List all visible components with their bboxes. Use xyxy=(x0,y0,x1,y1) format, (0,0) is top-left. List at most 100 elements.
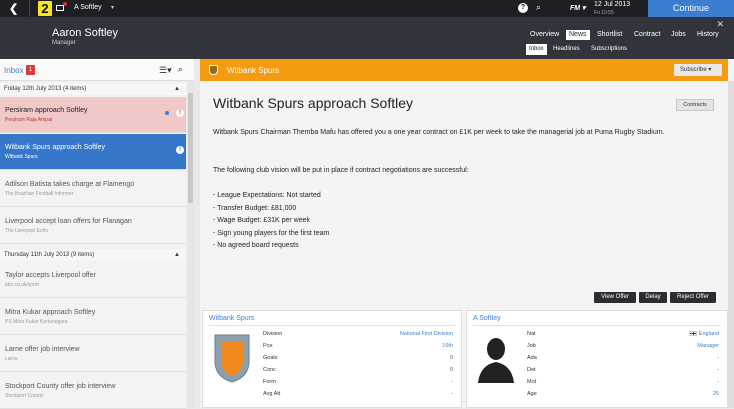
tab-jobs[interactable]: Jobs xyxy=(671,31,686,38)
stat-value: - xyxy=(451,391,453,397)
stat-value: - xyxy=(717,379,719,385)
help-icon[interactable]: ? xyxy=(518,3,528,13)
list-item[interactable]: Taylor accepts Liverpool offer bbc.co.uk… xyxy=(0,262,186,298)
divider xyxy=(473,325,721,326)
stat-value: 0 xyxy=(449,367,453,373)
stat-value: - xyxy=(451,379,453,385)
scrollbar-thumb[interactable] xyxy=(188,93,193,203)
stat-value[interactable]: Manager xyxy=(697,343,719,349)
date-main: 12 Jul 2013 xyxy=(594,1,631,8)
tab-history[interactable]: History xyxy=(697,31,719,38)
person-stat-row: Nat England xyxy=(527,329,719,340)
club-stat-row: Division National First Division xyxy=(263,329,453,340)
subscribe-button[interactable]: Subscribe ▾ xyxy=(674,64,722,76)
inbox-scrollbar[interactable] xyxy=(187,81,194,408)
notification-badge[interactable]: 2 xyxy=(38,1,52,16)
vision-item: - League Expectations: Not started xyxy=(213,192,321,199)
list-item[interactable]: Adilson Batista takes charge at Flamengo… xyxy=(0,171,186,207)
list-item[interactable]: Larne offer job interview Larne xyxy=(0,336,186,372)
back-arrow-icon[interactable]: ❮ xyxy=(9,2,18,15)
stat-label: Avg Att xyxy=(263,391,281,397)
reject-offer-button[interactable]: Reject Offer xyxy=(670,292,716,303)
close-icon[interactable]: ✕ xyxy=(716,19,724,30)
unread-dot-icon xyxy=(63,2,67,6)
person-stat-row: Det - xyxy=(527,365,719,376)
subtab-inbox[interactable]: Inbox xyxy=(526,44,547,55)
message-title: Taylor accepts Liverpool offer xyxy=(5,272,96,279)
tab-shortlist[interactable]: Shortlist xyxy=(597,31,622,38)
club-stat-row: Goals 0 xyxy=(263,353,453,364)
message-paragraph: The following club vision will be put in… xyxy=(213,167,469,174)
alert-icon: ! xyxy=(176,109,184,117)
tab-news[interactable]: News xyxy=(566,30,590,40)
profile-header: ✕ Aaron Softley Manager Overview News Sh… xyxy=(0,17,734,59)
person-silhouette-icon xyxy=(478,338,514,383)
subtab-headlines[interactable]: Headlines xyxy=(550,44,583,55)
message-sender: Stockport County xyxy=(5,393,44,399)
list-item[interactable]: Witbank Spurs approach Softley Witbank S… xyxy=(0,134,186,170)
sender-club-name[interactable]: Witbank Spurs xyxy=(227,66,279,75)
message-sender: PS Mitra Kukar Kertanegara xyxy=(5,319,68,325)
chevron-down-icon[interactable]: ▾ xyxy=(111,4,114,11)
person-info-card: A Softley Nat England Job Manager Ada - Det… xyxy=(466,310,728,408)
menu-icon[interactable]: ☰▾ xyxy=(159,65,172,76)
subtab-subscriptions[interactable]: Subscriptions xyxy=(588,44,630,55)
game-date: 12 Jul 2013 Fri 10:55 xyxy=(594,1,630,17)
club-info-card: Witbank Spurs Division National First Div… xyxy=(202,310,462,408)
date-group-label: Thursday 11th July 2013 (9 items) xyxy=(4,252,95,258)
club-stat-row: Avg Att - xyxy=(263,389,453,400)
contracts-button[interactable]: Contracts xyxy=(676,99,714,111)
club-crest-icon xyxy=(209,65,218,75)
club-card-title[interactable]: Witbank Spurs xyxy=(209,315,255,322)
club-stat-row: Pos 16th xyxy=(263,341,453,352)
england-flag-icon xyxy=(688,331,697,337)
message-sender: Persiram Raja Ampat xyxy=(5,117,53,123)
message-title: Persiram approach Softley xyxy=(5,107,88,114)
club-shield-icon xyxy=(214,334,250,383)
message-body: Witbank Spurs approach Softley Contracts… xyxy=(200,81,728,306)
search-icon[interactable]: ⌕ xyxy=(178,64,183,75)
search-icon[interactable]: ⌕ xyxy=(536,2,541,13)
message-pane: Witbank Spurs Subscribe ▾ Witbank Spurs … xyxy=(200,59,734,408)
date-group-header[interactable]: Friday 12th July 2013 (4 items) ▲ xyxy=(0,83,186,95)
message-paragraph: Witbank Spurs Chairman Themba Mafu has o… xyxy=(213,129,665,136)
club-stat-row: Conc 0 xyxy=(263,365,453,376)
list-item[interactable]: Liverpool accept loan offers for Flanaga… xyxy=(0,208,186,244)
club-stat-row: Form - xyxy=(263,377,453,388)
date-group-header[interactable]: Thursday 11th July 2013 (9 items) ▲ xyxy=(0,249,186,261)
stat-value[interactable]: England xyxy=(688,331,719,337)
tab-contract[interactable]: Contract xyxy=(634,31,660,38)
stat-value[interactable]: 16th xyxy=(442,343,453,349)
inbox-label[interactable]: Inbox xyxy=(4,66,24,75)
inbox-panel: Inbox 1 ☰▾ ⌕ Friday 12th July 2013 (4 it… xyxy=(0,59,194,409)
list-item[interactable]: Stockport County offer job interview Sto… xyxy=(0,373,186,409)
profile-name[interactable]: A Softley xyxy=(74,4,102,11)
vision-item: - Sign young players for the first team xyxy=(213,230,330,237)
person-card-title[interactable]: A Softley xyxy=(473,315,501,322)
top-bar: ❮ 2 A Softley ▾ ? ⌕ FM ▾ 12 Jul 2013 Fri … xyxy=(0,0,734,17)
tab-overview[interactable]: Overview xyxy=(530,31,559,38)
message-sender: Larne xyxy=(5,356,18,362)
stat-label: Form xyxy=(263,379,276,385)
page-subtitle: Manager xyxy=(52,40,76,46)
stat-value[interactable]: National First Division xyxy=(400,331,453,337)
message-title: Adilson Batista takes charge at Flamengo xyxy=(5,181,135,188)
main-scrollbar[interactable] xyxy=(728,81,734,408)
list-item[interactable]: Mitra Kukar approach Softley PS Mitra Ku… xyxy=(0,299,186,335)
delay-button[interactable]: Delay xyxy=(639,292,667,303)
stat-label: Age xyxy=(527,391,537,397)
inbox-count-badge: 1 xyxy=(26,65,35,75)
mail-icon[interactable] xyxy=(56,5,64,11)
view-offer-button[interactable]: View Offer xyxy=(594,292,636,303)
stat-value: - xyxy=(717,355,719,361)
inbox-header: Inbox 1 ☰▾ ⌕ xyxy=(0,59,194,81)
stat-label: Ada xyxy=(527,355,537,361)
fm-menu[interactable]: FM ▾ xyxy=(570,4,586,12)
nationality-label: England xyxy=(698,331,719,337)
chevron-up-icon: ▲ xyxy=(174,86,180,92)
date-group-label: Friday 12th July 2013 (4 items) xyxy=(4,86,87,92)
person-stat-row: Age 25 xyxy=(527,389,719,400)
list-item[interactable]: Persiram approach Softley Persiram Raja … xyxy=(0,97,186,133)
continue-button[interactable]: Continue xyxy=(648,0,734,17)
message-title: Mitra Kukar approach Softley xyxy=(5,309,96,316)
